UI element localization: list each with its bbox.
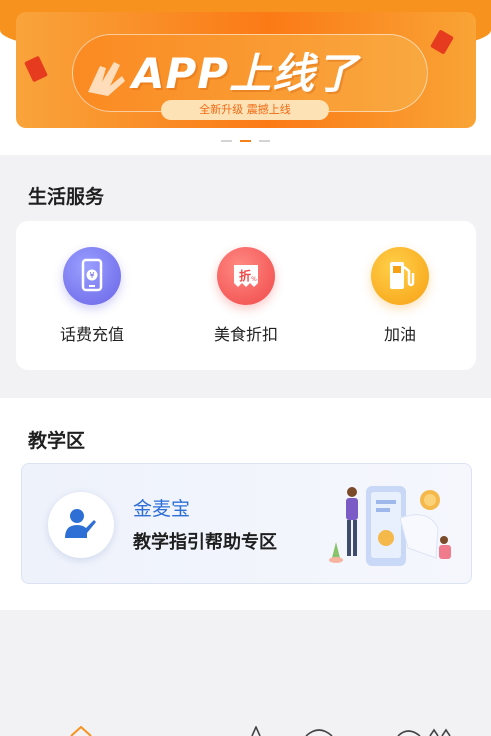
bottom-area: [0, 610, 491, 736]
service-label: 加油: [383, 325, 416, 344]
red-envelope-icon: [430, 29, 454, 55]
brand-name: 金麦宝: [133, 498, 191, 520]
svg-text:%: %: [251, 276, 257, 283]
page-dot-active[interactable]: [240, 140, 251, 142]
tab-bar: [0, 726, 491, 736]
life-services-section: 生活服务 ¥ 话费充值 折 % 美食折扣 加油: [0, 168, 491, 398]
svg-text:折: 折: [239, 268, 251, 283]
fuel-pump-icon: [371, 247, 429, 305]
service-fuel[interactable]: 加油: [350, 247, 450, 345]
service-food-discount[interactable]: 折 % 美食折扣: [196, 247, 296, 345]
service-phone-recharge[interactable]: ¥ 话费充值: [42, 247, 142, 345]
phone-recharge-icon: ¥: [63, 247, 121, 305]
teaching-guide-card[interactable]: 金麦宝 教学指引帮助专区: [21, 463, 472, 584]
teaching-description: 教学指引帮助专区: [133, 532, 277, 553]
banner-subtitle: 全新升级 震撼上线: [161, 100, 329, 120]
service-label: 话费充值: [59, 325, 124, 344]
nav-tab-icon[interactable]: [244, 726, 264, 736]
promo-banner[interactable]: APP上线了 全新升级 震撼上线: [16, 12, 476, 128]
section-title: 教学区: [28, 430, 86, 452]
home-tab-icon[interactable]: [68, 726, 94, 736]
discount-tag-icon: 折 %: [217, 247, 275, 305]
nav-tab-icon[interactable]: [396, 726, 456, 736]
page-dot[interactable]: [221, 140, 232, 142]
banner-title: APP上线了: [132, 49, 359, 98]
nav-tab-icon[interactable]: [304, 726, 334, 736]
red-envelope-icon: [24, 55, 48, 83]
waving-hand-icon: [88, 62, 125, 96]
top-banner-area: APP上线了 全新升级 震撼上线: [0, 0, 491, 155]
teacher-icon: [48, 492, 114, 558]
banner-pagination: [0, 140, 491, 144]
service-label: 美食折扣: [213, 325, 278, 344]
services-card: ¥ 话费充值 折 % 美食折扣 加油: [16, 221, 476, 370]
teaching-illustration: [329, 486, 451, 566]
page-dot[interactable]: [259, 140, 270, 142]
teaching-section: 教学区 金麦宝 教学指引帮助专区: [0, 398, 491, 610]
svg-text:¥: ¥: [89, 271, 94, 280]
section-title: 生活服务: [28, 186, 105, 208]
